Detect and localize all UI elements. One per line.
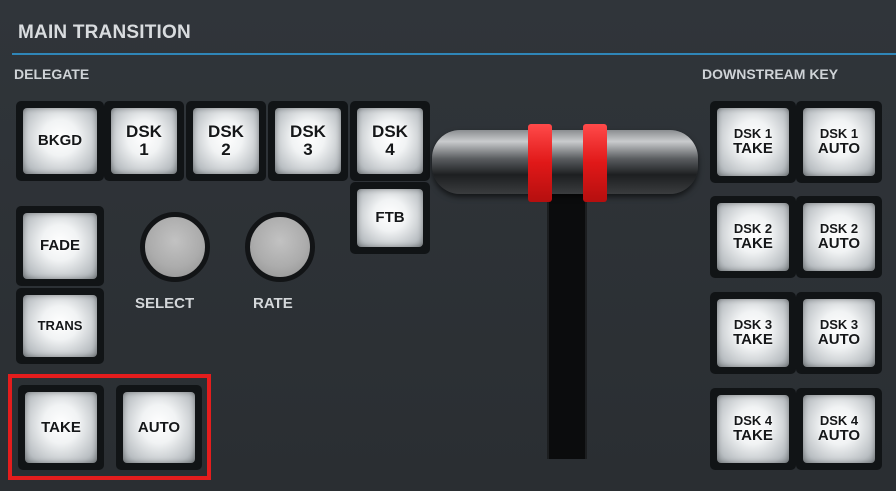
dsk4-take-action: TAKE bbox=[733, 426, 773, 444]
dsk2-take-action: TAKE bbox=[733, 234, 773, 252]
dsk2-delegate-number: 2 bbox=[221, 140, 231, 159]
dsk1-auto-action: AUTO bbox=[817, 139, 861, 157]
select-label: SELECT bbox=[135, 295, 195, 312]
trans-button-label: TRANS bbox=[37, 318, 83, 334]
dsk4-auto-button[interactable]: DSK 4 AUTO bbox=[796, 388, 882, 470]
trans-button[interactable]: TRANS bbox=[16, 288, 104, 364]
title-divider bbox=[12, 53, 896, 55]
dsk1-auto-button[interactable]: DSK 1 AUTO bbox=[796, 101, 882, 183]
dsk4-delegate-number: 4 bbox=[385, 140, 395, 159]
rate-label: RATE bbox=[253, 295, 293, 312]
panel-title: MAIN TRANSITION bbox=[18, 22, 191, 43]
dsk3-auto-action: AUTO bbox=[817, 330, 861, 348]
tbar-red-stripe-left bbox=[528, 124, 552, 202]
dsk1-take-label: DSK 1 bbox=[733, 126, 773, 142]
dsk3-take-action: TAKE bbox=[733, 330, 773, 348]
dsk3-delegate-button[interactable]: DSK 3 bbox=[268, 101, 348, 181]
dsk2-auto-action: AUTO bbox=[817, 234, 861, 252]
fade-button[interactable]: FADE bbox=[16, 206, 104, 286]
dsk1-delegate-label: DSK bbox=[126, 122, 162, 142]
tbar-red-stripe-right bbox=[583, 124, 607, 202]
fade-button-label: FADE bbox=[39, 237, 80, 255]
dsk1-auto-label: DSK 1 bbox=[819, 126, 859, 142]
dsk2-delegate-label: DSK bbox=[208, 122, 244, 142]
dsk4-take-label: DSK 4 bbox=[733, 413, 773, 429]
downstream-key-label: DOWNSTREAM KEY bbox=[702, 66, 839, 82]
dsk2-delegate-button[interactable]: DSK 2 bbox=[186, 101, 266, 181]
select-knob[interactable] bbox=[140, 212, 210, 282]
dsk4-take-button[interactable]: DSK 4 TAKE bbox=[710, 388, 796, 470]
delegate-label: DELEGATE bbox=[14, 66, 90, 82]
dsk3-delegate-label: DSK bbox=[290, 122, 326, 142]
tbar-track bbox=[547, 185, 587, 459]
tbar-handle[interactable] bbox=[432, 130, 698, 194]
dsk3-take-button[interactable]: DSK 3 TAKE bbox=[710, 292, 796, 374]
dsk4-auto-action: AUTO bbox=[817, 426, 861, 444]
ftb-button-label: FTB bbox=[375, 209, 405, 227]
dsk3-auto-button[interactable]: DSK 3 AUTO bbox=[796, 292, 882, 374]
dsk2-auto-button[interactable]: DSK 2 AUTO bbox=[796, 196, 882, 278]
dsk3-auto-label: DSK 3 bbox=[819, 317, 859, 333]
dsk3-delegate-number: 3 bbox=[303, 140, 313, 159]
dsk4-delegate-button[interactable]: DSK 4 bbox=[350, 101, 430, 181]
dsk2-take-button[interactable]: DSK 2 TAKE bbox=[710, 196, 796, 278]
dsk1-take-button[interactable]: DSK 1 TAKE bbox=[710, 101, 796, 183]
dsk2-auto-label: DSK 2 bbox=[819, 221, 859, 237]
dsk3-take-label: DSK 3 bbox=[733, 317, 773, 333]
dsk1-delegate-button[interactable]: DSK 1 bbox=[104, 101, 184, 181]
dsk1-take-action: TAKE bbox=[733, 139, 773, 157]
bkgd-button-label: BKGD bbox=[37, 132, 83, 150]
ftb-button[interactable]: FTB bbox=[350, 182, 430, 254]
dsk1-delegate-number: 1 bbox=[139, 140, 149, 159]
main-transition-panel: MAIN TRANSITION DELEGATE DOWNSTREAM KEY … bbox=[0, 0, 896, 491]
bkgd-button[interactable]: BKGD bbox=[16, 101, 104, 181]
dsk4-auto-label: DSK 4 bbox=[819, 413, 859, 429]
take-auto-highlight bbox=[8, 374, 211, 480]
dsk4-delegate-label: DSK bbox=[372, 122, 408, 142]
rate-knob[interactable] bbox=[245, 212, 315, 282]
dsk2-take-label: DSK 2 bbox=[733, 221, 773, 237]
